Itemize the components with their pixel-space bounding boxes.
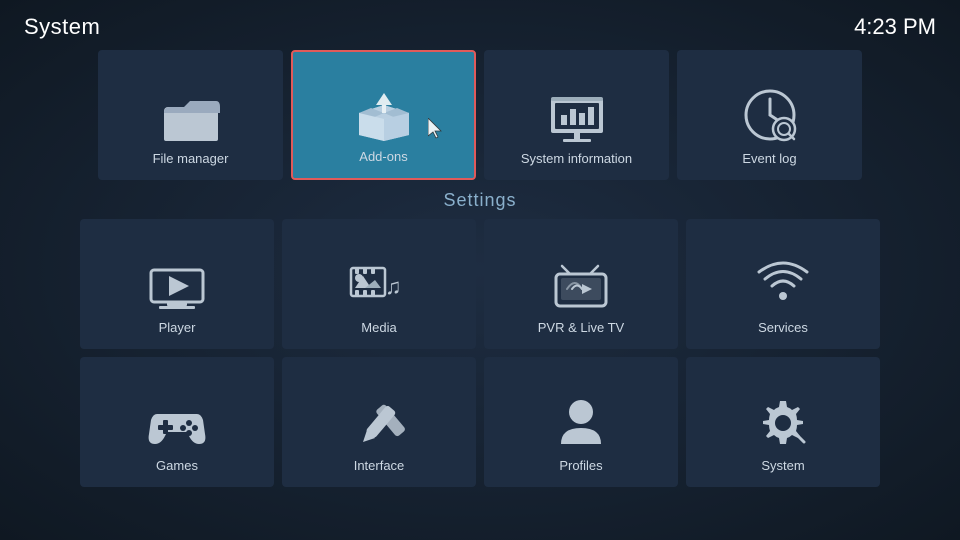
tile-player[interactable]: Player [80, 219, 274, 349]
tile-interface[interactable]: Interface [282, 357, 476, 487]
media-icon: ♫ [349, 264, 409, 312]
tile-games[interactable]: Games [80, 357, 274, 487]
system-label: System [761, 458, 804, 473]
interface-icon [353, 398, 405, 450]
cursor-icon [428, 118, 446, 140]
tile-file-manager[interactable]: File manager [98, 50, 283, 180]
system-information-label: System information [521, 151, 632, 166]
event-log-label: Event log [742, 151, 796, 166]
event-log-icon [742, 87, 798, 143]
services-label: Services [758, 320, 808, 335]
player-icon [149, 268, 205, 312]
file-manager-icon [162, 95, 220, 143]
interface-label: Interface [354, 458, 405, 473]
tile-system[interactable]: System [686, 357, 880, 487]
clock: 4:23 PM [854, 14, 936, 40]
tile-event-log[interactable]: Event log [677, 50, 862, 180]
add-ons-icon [354, 91, 414, 141]
screen: System 4:23 PM File manager [0, 0, 960, 540]
games-icon [147, 406, 207, 450]
pvr-live-tv-icon [552, 264, 610, 312]
pvr-live-tv-label: PVR & Live TV [538, 320, 624, 335]
player-label: Player [159, 320, 196, 335]
tile-system-information[interactable]: System information [484, 50, 669, 180]
tile-media[interactable]: ♫ Media [282, 219, 476, 349]
games-label: Games [156, 458, 198, 473]
system-icon [756, 396, 810, 450]
top-row: File manager [0, 50, 960, 180]
system-information-icon [547, 95, 607, 143]
tile-profiles[interactable]: Profiles [484, 357, 678, 487]
profiles-icon [556, 396, 606, 450]
tile-services[interactable]: Services [686, 219, 880, 349]
add-ons-label: Add-ons [359, 149, 407, 164]
services-icon [756, 258, 810, 312]
tile-add-ons[interactable]: Add-ons [291, 50, 476, 180]
svg-text:♫: ♫ [385, 274, 402, 299]
tile-pvr-live-tv[interactable]: PVR & Live TV [484, 219, 678, 349]
section-label: Settings [0, 190, 960, 211]
settings-grid: Player ♫ [0, 219, 960, 487]
file-manager-label: File manager [153, 151, 229, 166]
profiles-label: Profiles [559, 458, 602, 473]
page-title: System [24, 14, 100, 40]
media-label: Media [361, 320, 396, 335]
header: System 4:23 PM [0, 0, 960, 50]
